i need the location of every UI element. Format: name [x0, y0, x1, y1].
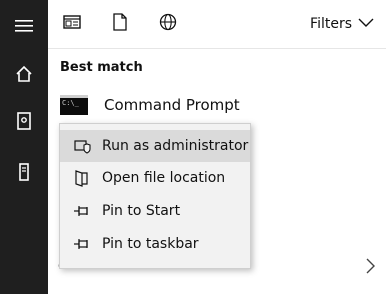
home-button[interactable]	[0, 54, 48, 94]
hamburger-button[interactable]	[0, 6, 48, 46]
command-prompt-icon: C:\_	[60, 95, 88, 115]
menu-item-run-as-administrator[interactable]: Run as administrator	[60, 130, 250, 162]
apps-icon	[63, 14, 81, 34]
chevron-down-icon	[358, 16, 374, 32]
menu-item-pin-to-taskbar[interactable]: Pin to taskbar	[60, 228, 250, 260]
pin-icon	[72, 201, 92, 221]
apps-filter-button[interactable]	[62, 14, 82, 34]
result-label: Command Prompt	[104, 96, 240, 114]
tower-button[interactable]	[0, 152, 48, 192]
menu-item-label: Pin to Start	[102, 203, 181, 219]
filters-dropdown[interactable]: Filters	[310, 16, 374, 32]
menu-item-open-file-location[interactable]: Open file location	[60, 162, 250, 194]
filter-bar: Filters	[48, 0, 386, 49]
section-heading: Best match	[60, 60, 143, 75]
cmd-icon-text: C:\_	[62, 99, 79, 107]
menu-item-label: Open file location	[102, 170, 226, 186]
web-filter-button[interactable]	[158, 13, 178, 35]
left-rail	[0, 0, 48, 294]
menu-item-pin-to-start[interactable]: Pin to Start	[60, 195, 250, 227]
documents-button[interactable]	[0, 101, 48, 141]
menu-item-label: Pin to taskbar	[102, 236, 199, 252]
context-menu: Run as administrator Open file location …	[59, 123, 251, 269]
best-match-result[interactable]: C:\_ Command Prompt	[60, 95, 240, 115]
pin-icon	[72, 234, 92, 254]
tower-icon	[17, 163, 31, 181]
shield-icon	[72, 136, 92, 156]
menu-item-label: Run as administrator	[102, 138, 249, 154]
hamburger-icon	[15, 19, 33, 33]
document-icon	[113, 13, 127, 35]
folder-icon	[72, 168, 92, 188]
chevron-right-icon[interactable]	[366, 258, 376, 278]
filters-label: Filters	[310, 16, 352, 32]
web-icon	[159, 13, 177, 35]
home-icon	[15, 65, 33, 83]
documents-filter-button[interactable]	[110, 13, 130, 35]
documents-icon	[16, 112, 32, 130]
